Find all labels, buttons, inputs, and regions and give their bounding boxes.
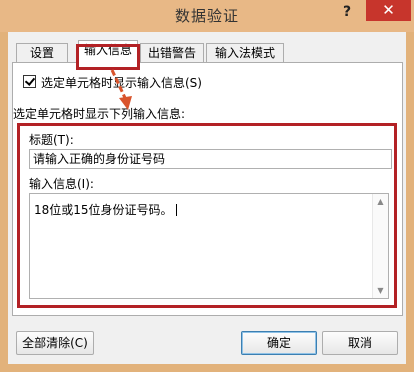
title-bar[interactable]: 数据验证 ? ✕ [0,0,414,32]
show-input-message-checkbox[interactable]: 选定单元格时显示输入信息(S) [23,74,202,91]
tab-settings[interactable]: 设置 [16,43,68,63]
checkbox-checked-icon[interactable] [23,75,36,88]
text-caret [175,204,177,216]
checkbox-label: 选定单元格时显示输入信息(S) [41,76,202,90]
title-label: 标题(T): [29,133,74,147]
tab-ime-mode[interactable]: 输入法模式 [206,43,284,63]
close-button[interactable]: ✕ [366,0,411,21]
input-message-panel: 选定单元格时显示输入信息(S) 选定单元格时显示下列输入信息: 标题(T): 请… [12,62,403,316]
clear-all-button[interactable]: 全部清除(C) [16,331,94,355]
message-textarea[interactable]: 18位或15位身份证号码。 ▲ ▼ [29,193,389,299]
tab-input-message[interactable]: 输入信息 [78,40,138,64]
message-label: 输入信息(I): [29,177,94,191]
scroll-up-icon[interactable]: ▲ [376,197,385,206]
dialog-body: 设置 输入信息 出错警告 输入法模式 选定单元格时显示输入信息(S) 选定单元格… [8,32,406,364]
dialog-window: 数据验证 ? ✕ 设置 输入信息 出错警告 输入法模式 选定单元格时显示输入信息… [0,0,414,372]
scroll-down-icon[interactable]: ▼ [376,286,385,295]
help-button[interactable]: ? [336,2,358,22]
message-scrollbar[interactable]: ▲ ▼ [372,194,388,298]
message-text: 18位或15位身份证号码。 [34,203,173,217]
tab-error-alert[interactable]: 出错警告 [140,43,204,63]
ok-button[interactable]: 确定 [241,331,317,355]
cancel-button[interactable]: 取消 [322,331,398,355]
title-input[interactable]: 请输入正确的身份证号码 [29,149,392,169]
section-label: 选定单元格时显示下列输入信息: [13,107,186,121]
